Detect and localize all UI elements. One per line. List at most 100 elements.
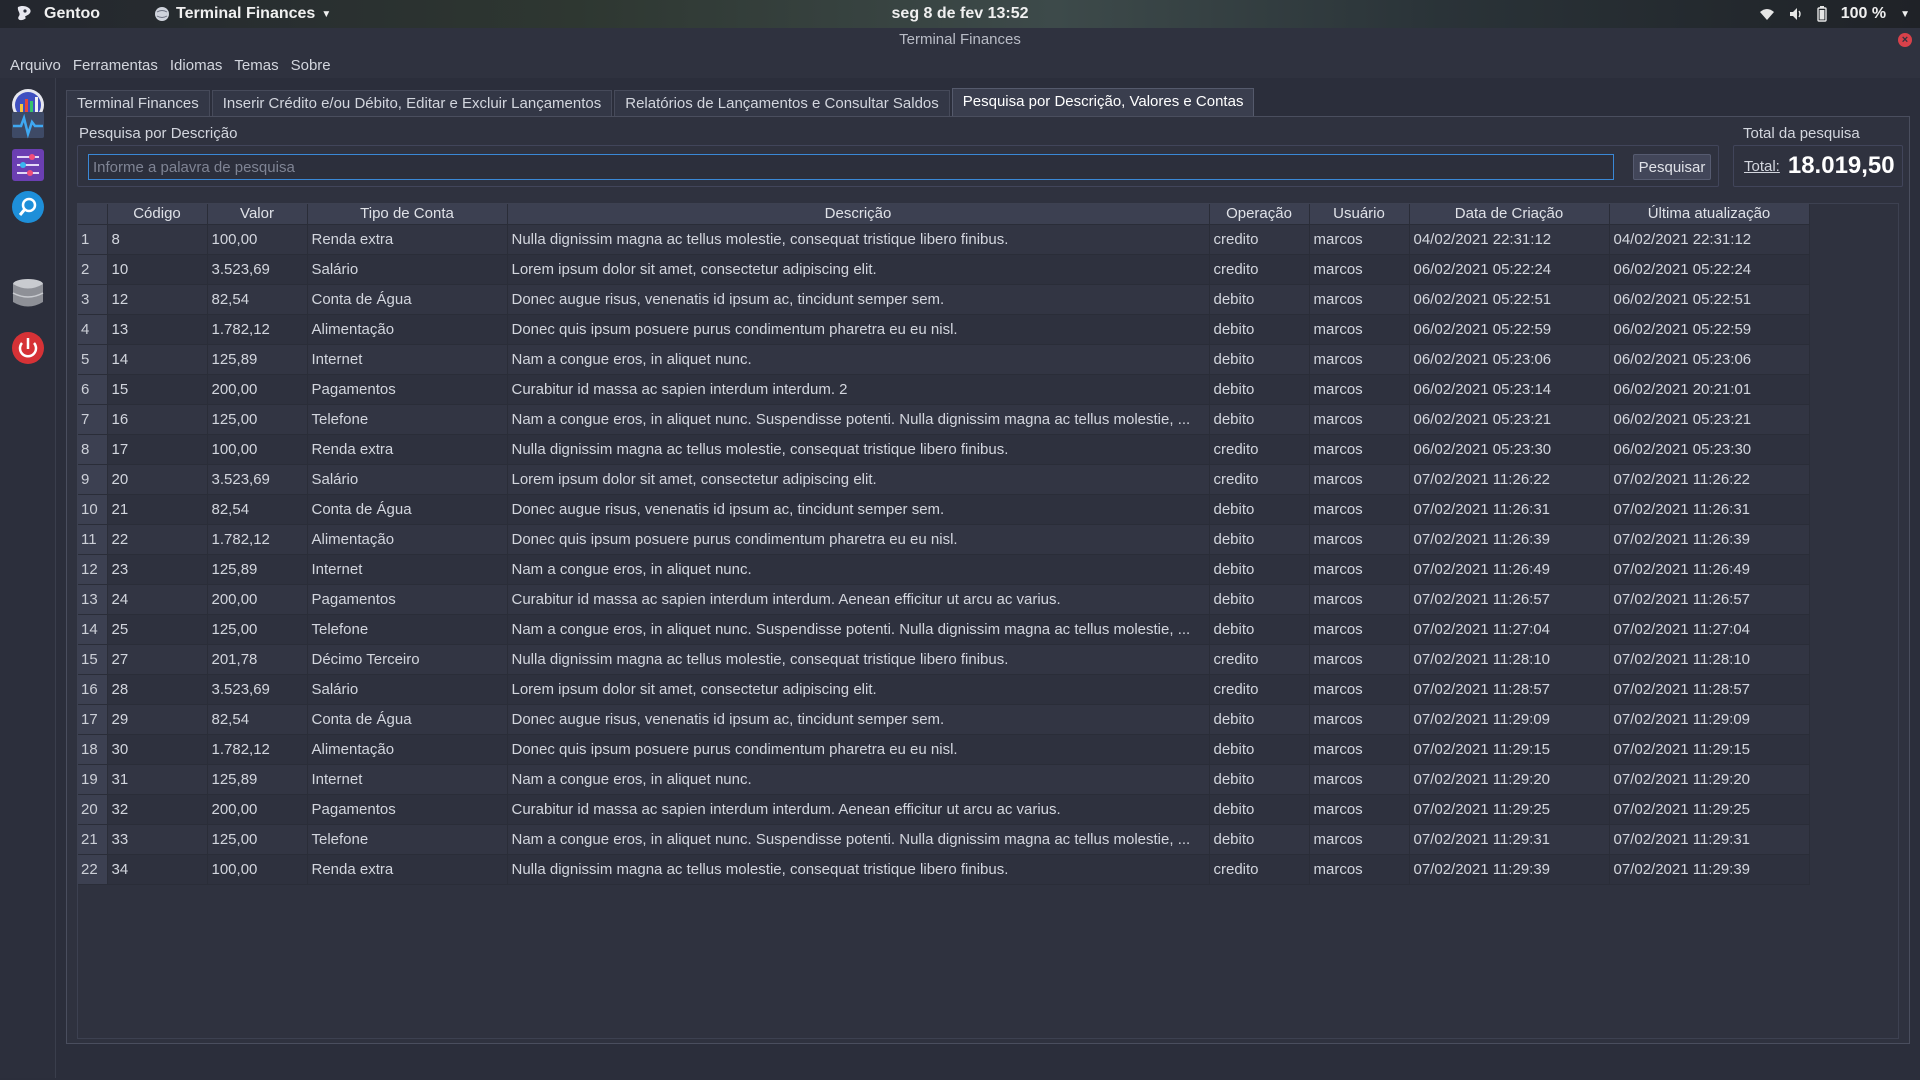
table-cell[interactable]: 06/02/2021 05:23:14 bbox=[1409, 374, 1610, 405]
table-cell[interactable]: Décimo Terceiro bbox=[307, 644, 508, 675]
table-cell[interactable]: 07/02/2021 11:29:15 bbox=[1609, 734, 1810, 765]
table-cell[interactable]: 10 bbox=[107, 254, 208, 285]
table-cell[interactable]: 1.782,12 bbox=[207, 524, 308, 555]
table-row[interactable]: 1 8 100,00 Renda extra Nulla dignissim magna… bbox=[78, 224, 1810, 255]
table-row[interactable]: 7 16 125,00 Telefone Nam a congue eros, in a… bbox=[78, 404, 1810, 435]
table-cell[interactable]: 3.523,69 bbox=[207, 674, 308, 705]
table-cell[interactable]: Salário bbox=[307, 254, 508, 285]
row-number[interactable]: 6 bbox=[78, 374, 108, 405]
table-cell[interactable]: debito bbox=[1209, 524, 1310, 555]
table-cell[interactable]: 125,89 bbox=[207, 344, 308, 375]
table-cell[interactable]: 06/02/2021 05:22:51 bbox=[1409, 284, 1610, 315]
table-cell[interactable]: marcos bbox=[1309, 224, 1410, 255]
corner-header[interactable] bbox=[78, 204, 108, 225]
table-cell[interactable]: Nulla dignissim magna ac tellus molestie… bbox=[507, 224, 1210, 255]
search-button[interactable]: Pesquisar bbox=[1633, 154, 1711, 180]
table-cell[interactable]: marcos bbox=[1309, 254, 1410, 285]
table-row[interactable]: 2 10 3.523,69 Salário Lorem ipsum dolor sit … bbox=[78, 254, 1810, 285]
table-cell[interactable]: debito bbox=[1209, 764, 1310, 795]
table-cell[interactable]: 06/02/2021 05:23:06 bbox=[1409, 344, 1610, 375]
table-cell[interactable]: 07/02/2021 11:26:57 bbox=[1409, 584, 1610, 615]
table-cell[interactable]: 100,00 bbox=[207, 854, 308, 885]
table-cell[interactable]: 07/02/2021 11:29:25 bbox=[1409, 794, 1610, 825]
table-cell[interactable]: Renda extra bbox=[307, 224, 508, 255]
row-number[interactable]: 5 bbox=[78, 344, 108, 375]
settings-sliders-icon[interactable] bbox=[9, 146, 47, 184]
row-number[interactable]: 13 bbox=[78, 584, 108, 615]
table-row[interactable]: 13 24 200,00 Pagamentos Curabitur id massa a… bbox=[78, 584, 1810, 615]
table-row[interactable]: 15 27 201,78 Décimo Terceiro Nulla dignissim… bbox=[78, 644, 1810, 675]
table-cell[interactable]: 13 bbox=[107, 314, 208, 345]
column-header[interactable]: Valor bbox=[207, 204, 308, 225]
table-cell[interactable]: 82,54 bbox=[207, 494, 308, 525]
table-cell[interactable]: 07/02/2021 11:28:57 bbox=[1609, 674, 1810, 705]
table-cell[interactable]: 200,00 bbox=[207, 584, 308, 615]
table-cell[interactable]: 8 bbox=[107, 224, 208, 255]
table-cell[interactable]: 200,00 bbox=[207, 794, 308, 825]
table-cell[interactable]: Donec quis ipsum posuere purus condiment… bbox=[507, 524, 1210, 555]
menu-sobre[interactable]: Sobre bbox=[285, 57, 337, 74]
table-cell[interactable]: marcos bbox=[1309, 764, 1410, 795]
table-cell[interactable]: 04/02/2021 22:31:12 bbox=[1409, 224, 1610, 255]
table-cell[interactable]: 07/02/2021 11:27:04 bbox=[1609, 614, 1810, 645]
table-cell[interactable]: debito bbox=[1209, 554, 1310, 585]
table-cell[interactable]: 07/02/2021 11:26:39 bbox=[1609, 524, 1810, 555]
table-cell[interactable]: 200,00 bbox=[207, 374, 308, 405]
table-cell[interactable]: 07/02/2021 11:29:15 bbox=[1409, 734, 1610, 765]
table-cell[interactable]: 15 bbox=[107, 374, 208, 405]
table-cell[interactable]: 100,00 bbox=[207, 434, 308, 465]
table-cell[interactable]: 06/02/2021 05:22:59 bbox=[1609, 314, 1810, 345]
table-cell[interactable]: 06/02/2021 05:22:51 bbox=[1609, 284, 1810, 315]
table-row[interactable]: 18 30 1.782,12 Alimentação Donec quis ipsum … bbox=[78, 734, 1810, 765]
table-cell[interactable]: Renda extra bbox=[307, 434, 508, 465]
table-row[interactable]: 10 21 82,54 Conta de Água Donec augue risus,… bbox=[78, 494, 1810, 525]
table-cell[interactable]: 23 bbox=[107, 554, 208, 585]
table-cell[interactable]: marcos bbox=[1309, 824, 1410, 855]
table-cell[interactable]: Salário bbox=[307, 674, 508, 705]
row-number[interactable]: 14 bbox=[78, 614, 108, 645]
table-cell[interactable]: Nulla dignissim magna ac tellus molestie… bbox=[507, 434, 1210, 465]
table-cell[interactable]: Pagamentos bbox=[307, 794, 508, 825]
table-row[interactable]: 21 33 125,00 Telefone Nam a congue eros, in … bbox=[78, 824, 1810, 855]
table-row[interactable]: 4 13 1.782,12 Alimentação Donec quis ipsum p… bbox=[78, 314, 1810, 345]
table-cell[interactable]: credito bbox=[1209, 674, 1310, 705]
row-number[interactable]: 4 bbox=[78, 314, 108, 345]
table-cell[interactable]: 04/02/2021 22:31:12 bbox=[1609, 224, 1810, 255]
table-cell[interactable]: 34 bbox=[107, 854, 208, 885]
table-cell[interactable]: marcos bbox=[1309, 554, 1410, 585]
table-row[interactable]: 11 22 1.782,12 Alimentação Donec quis ipsum … bbox=[78, 524, 1810, 555]
table-cell[interactable]: 07/02/2021 11:29:20 bbox=[1409, 764, 1610, 795]
column-header[interactable]: Data de Criação bbox=[1409, 204, 1610, 225]
table-cell[interactable]: debito bbox=[1209, 824, 1310, 855]
table-cell[interactable]: Curabitur id massa ac sapien interdum in… bbox=[507, 794, 1210, 825]
table-cell[interactable]: Nam a congue eros, in aliquet nunc. bbox=[507, 764, 1210, 795]
menu-temas[interactable]: Temas bbox=[228, 57, 284, 74]
table-cell[interactable]: debito bbox=[1209, 344, 1310, 375]
table-cell[interactable]: 125,89 bbox=[207, 764, 308, 795]
table-cell[interactable]: 06/02/2021 05:22:59 bbox=[1409, 314, 1610, 345]
table-cell[interactable]: 14 bbox=[107, 344, 208, 375]
table-cell[interactable]: Donec augue risus, venenatis id ipsum ac… bbox=[507, 494, 1210, 525]
table-cell[interactable]: Lorem ipsum dolor sit amet, consectetur … bbox=[507, 464, 1210, 495]
row-number[interactable]: 10 bbox=[78, 494, 108, 525]
table-cell[interactable]: Alimentação bbox=[307, 734, 508, 765]
table-cell[interactable]: 07/02/2021 11:29:09 bbox=[1609, 704, 1810, 735]
table-cell[interactable]: Donec quis ipsum posuere purus condiment… bbox=[507, 314, 1210, 345]
table-cell[interactable]: Internet bbox=[307, 554, 508, 585]
menu-idiomas[interactable]: Idiomas bbox=[164, 57, 229, 74]
table-cell[interactable]: 82,54 bbox=[207, 284, 308, 315]
table-cell[interactable]: 29 bbox=[107, 704, 208, 735]
table-cell[interactable]: marcos bbox=[1309, 674, 1410, 705]
menu-arquivo[interactable]: Arquivo bbox=[4, 57, 67, 74]
table-cell[interactable]: marcos bbox=[1309, 314, 1410, 345]
row-number[interactable]: 17 bbox=[78, 704, 108, 735]
table-cell[interactable]: 07/02/2021 11:28:57 bbox=[1409, 674, 1610, 705]
table-cell[interactable]: 07/02/2021 11:26:31 bbox=[1409, 494, 1610, 525]
system-tray[interactable]: 100 % ▼ bbox=[1759, 0, 1910, 28]
table-cell[interactable]: marcos bbox=[1309, 794, 1410, 825]
table-cell[interactable]: 07/02/2021 11:26:49 bbox=[1409, 554, 1610, 585]
table-cell[interactable]: Pagamentos bbox=[307, 584, 508, 615]
table-cell[interactable]: Internet bbox=[307, 764, 508, 795]
table-cell[interactable]: Telefone bbox=[307, 824, 508, 855]
table-cell[interactable]: 17 bbox=[107, 434, 208, 465]
